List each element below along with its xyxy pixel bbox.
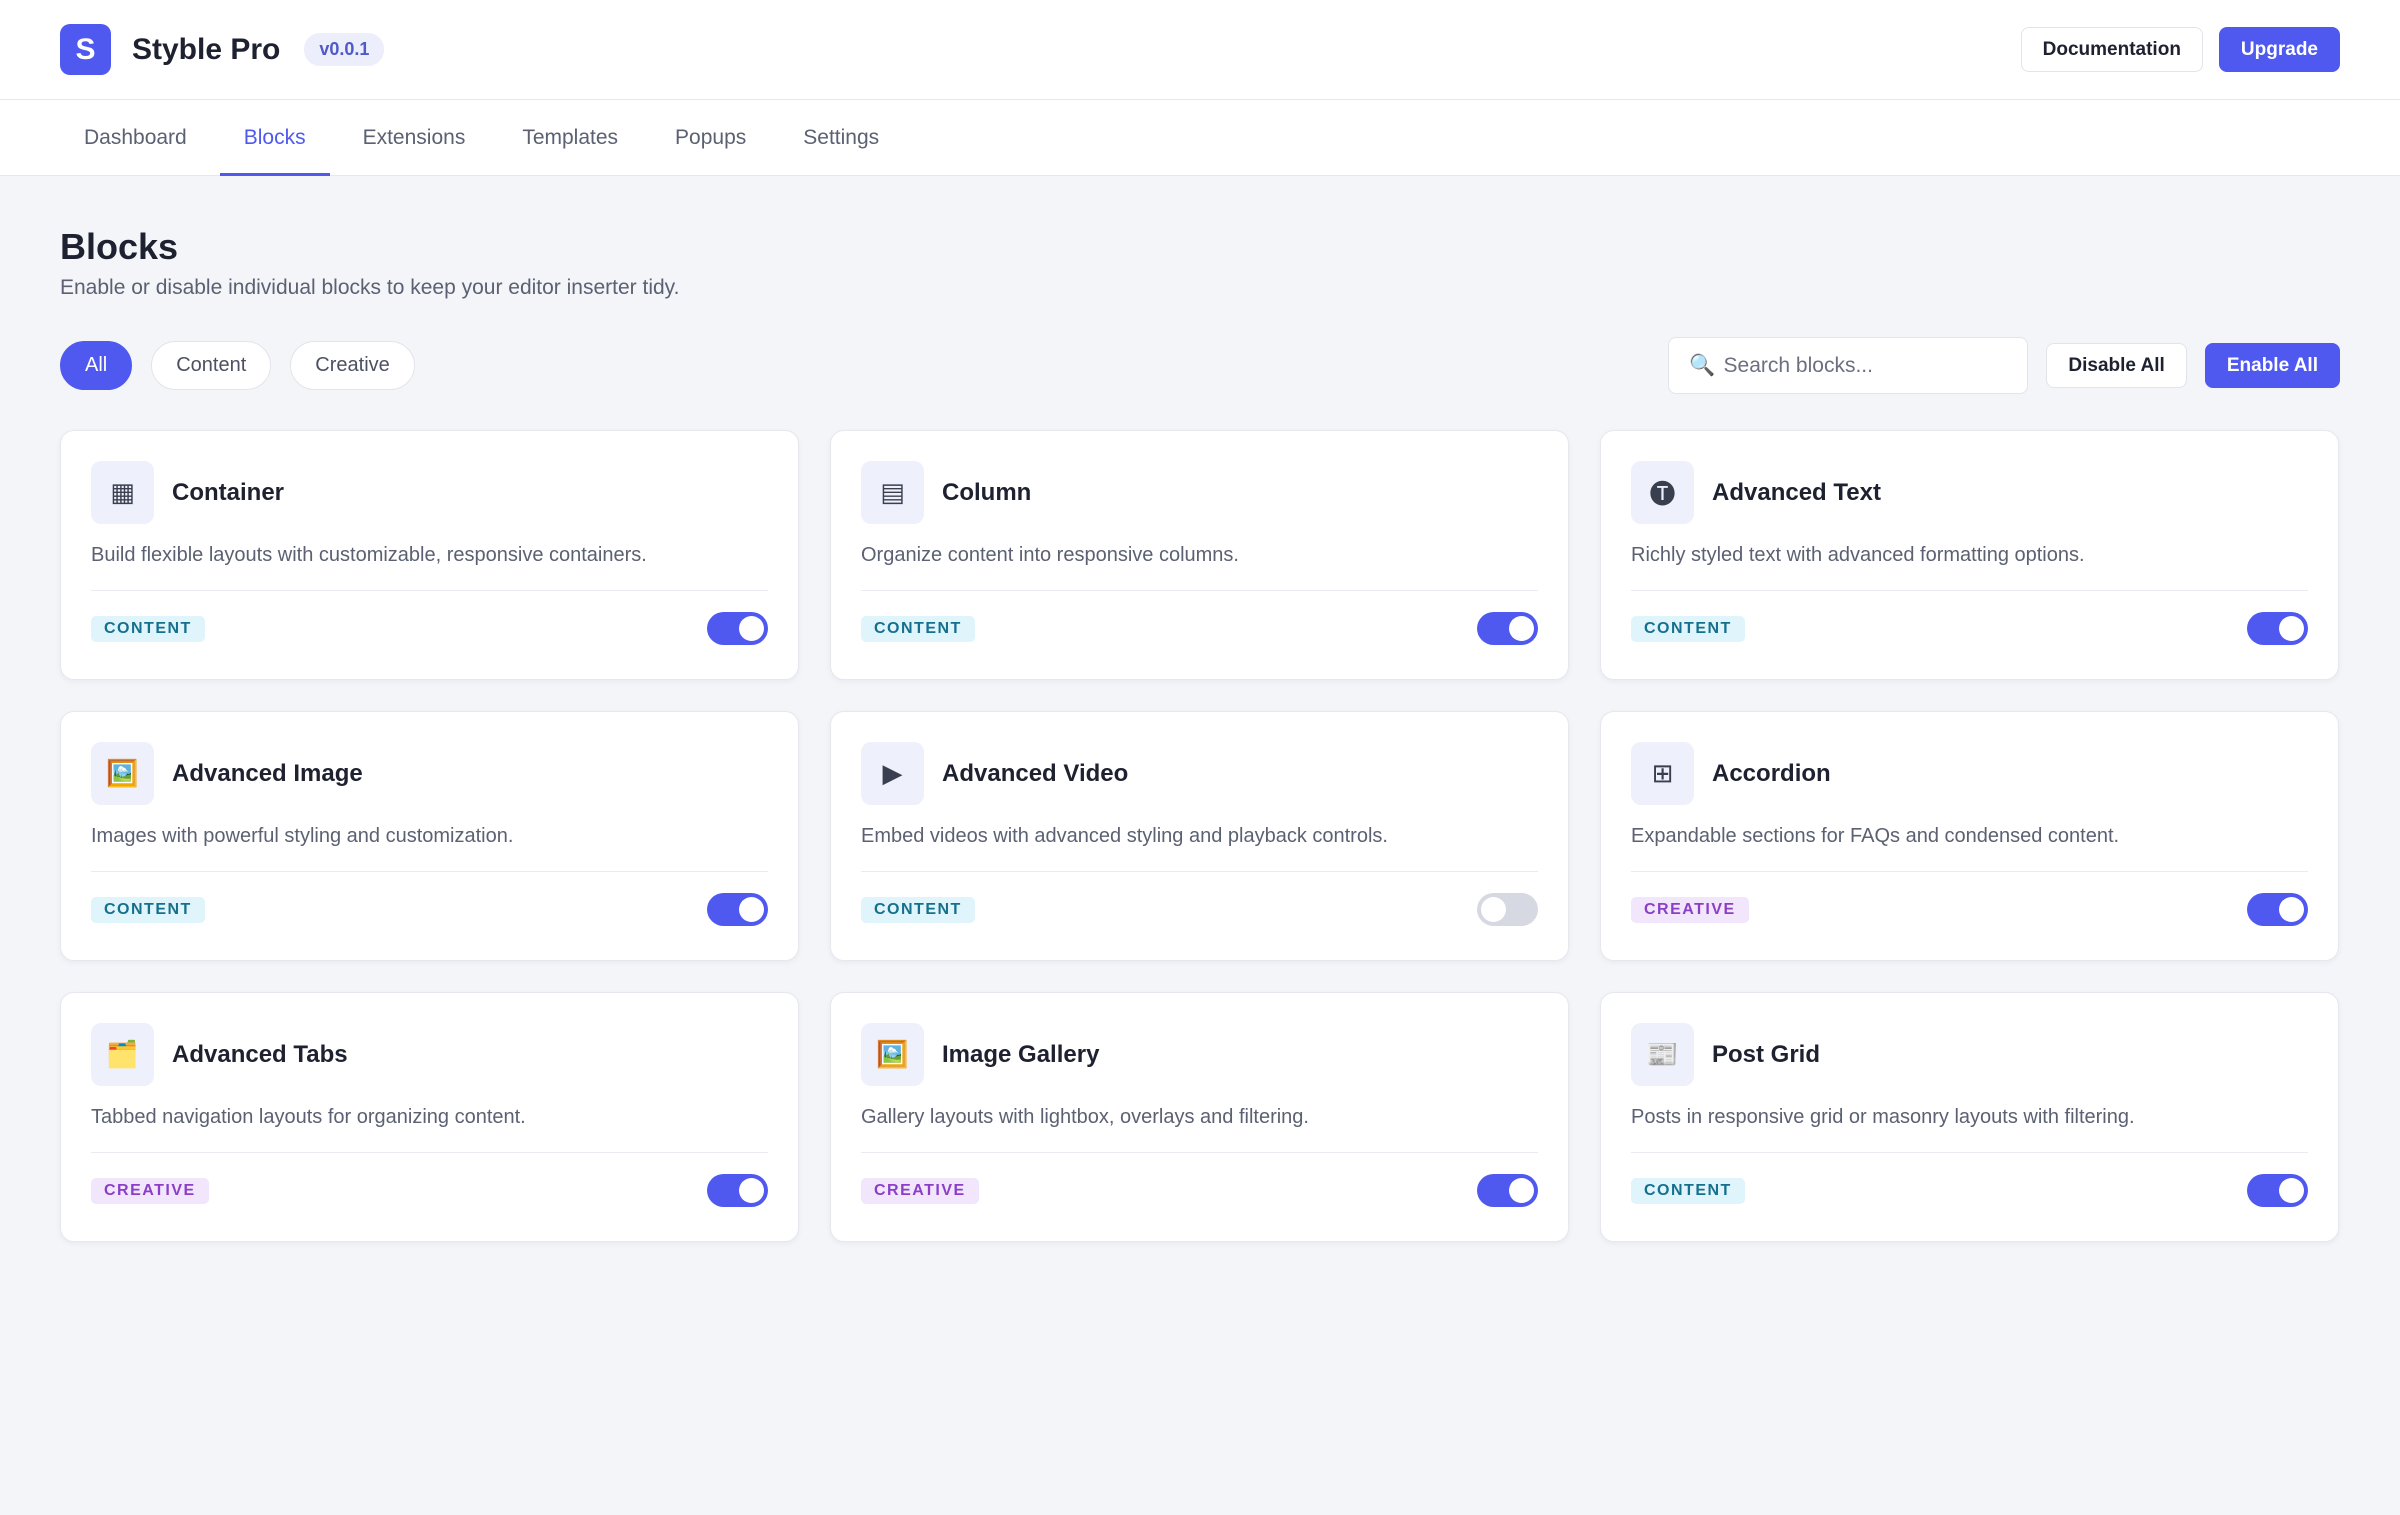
block-toggle[interactable] bbox=[2247, 612, 2308, 645]
block-card-accordion: ⊞ Accordion Expandable sections for FAQs … bbox=[1600, 711, 2339, 961]
version-badge: v0.0.1 bbox=[304, 33, 385, 66]
tab-extensions[interactable]: Extensions bbox=[339, 100, 490, 175]
column-icon: ▤ bbox=[861, 461, 924, 524]
toggle-knob bbox=[2279, 1178, 2304, 1203]
toggle-knob bbox=[2279, 616, 2304, 641]
page-subtitle: Enable or disable individual blocks to k… bbox=[60, 276, 680, 299]
category-badge: CREATIVE bbox=[1631, 896, 1749, 923]
block-title: Post Grid bbox=[1712, 1040, 1821, 1068]
block-title: Image Gallery bbox=[942, 1040, 1100, 1068]
blocks-toolbar: All Content Creative 🔍 Disable All Enabl… bbox=[60, 337, 2340, 394]
block-title: Advanced Video bbox=[942, 759, 1129, 787]
category-badge: CONTENT bbox=[861, 615, 975, 642]
block-toggle[interactable] bbox=[707, 612, 768, 645]
search-input[interactable] bbox=[1723, 353, 2008, 378]
block-title: Accordion bbox=[1712, 759, 1831, 787]
toggle-knob bbox=[1509, 1178, 1534, 1203]
category-filters: All Content Creative bbox=[60, 341, 415, 390]
tab-popups[interactable]: Popups bbox=[651, 100, 770, 175]
category-badge: CREATIVE bbox=[91, 1177, 209, 1204]
block-card-advanced-text: 🅣 Advanced Text Richly styled text with a… bbox=[1600, 430, 2339, 680]
category-badge: CONTENT bbox=[91, 615, 205, 642]
toggle-knob bbox=[1481, 897, 1506, 922]
filter-content[interactable]: Content bbox=[151, 341, 272, 390]
documentation-button[interactable]: Documentation bbox=[2020, 27, 2203, 72]
gallery-icon: 🖼️ bbox=[861, 1023, 924, 1086]
accordion-icon: ⊞ bbox=[1631, 742, 1694, 805]
enable-all-button[interactable]: Enable All bbox=[2204, 343, 2340, 388]
block-card-advanced-image: 🖼️ Advanced Image Images with powerful st… bbox=[60, 711, 799, 961]
block-toggle[interactable] bbox=[707, 1174, 768, 1207]
tabs-icon: 🗂️ bbox=[91, 1023, 154, 1086]
block-card-container: ▦ Container Build flexible layouts with c… bbox=[60, 430, 799, 680]
block-toggle[interactable] bbox=[2247, 1174, 2308, 1207]
tab-blocks[interactable]: Blocks bbox=[219, 100, 330, 176]
text-icon: 🅣 bbox=[1631, 461, 1694, 524]
disable-all-button[interactable]: Disable All bbox=[2046, 343, 2187, 388]
block-title: Advanced Image bbox=[172, 759, 363, 787]
block-description: Posts in responsive grid or masonry layo… bbox=[1631, 1106, 2135, 1128]
upgrade-button[interactable]: Upgrade bbox=[2218, 27, 2340, 72]
image-icon: 🖼️ bbox=[91, 742, 154, 805]
main-content: Blocks Enable or disable individual bloc… bbox=[0, 176, 2400, 1242]
category-badge: CONTENT bbox=[1631, 615, 1745, 642]
block-description: Organize content into responsive columns… bbox=[861, 544, 1239, 566]
toolbar-actions: 🔍 Disable All Enable All bbox=[1668, 337, 2340, 394]
block-title: Advanced Text bbox=[1712, 478, 1881, 506]
block-card-advanced-tabs: 🗂️ Advanced Tabs Tabbed navigation layout… bbox=[60, 992, 799, 1242]
block-card-image-gallery: 🖼️ Image Gallery Gallery layouts with lig… bbox=[830, 992, 1569, 1242]
search-box: 🔍 bbox=[1668, 337, 2029, 394]
main-tabs: Dashboard Blocks Extensions Templates Po… bbox=[0, 100, 2400, 176]
tab-templates[interactable]: Templates bbox=[498, 100, 642, 175]
blocks-grid: ▦ Container Build flexible layouts with c… bbox=[60, 430, 2340, 1242]
block-toggle[interactable] bbox=[2247, 893, 2308, 926]
block-toggle[interactable] bbox=[1477, 1174, 1538, 1207]
category-badge: CONTENT bbox=[91, 896, 205, 923]
search-icon: 🔍 bbox=[1689, 353, 1716, 377]
block-description: Build flexible layouts with customizable… bbox=[91, 544, 647, 566]
filter-creative[interactable]: Creative bbox=[290, 341, 415, 390]
block-toggle[interactable] bbox=[707, 893, 768, 926]
category-badge: CREATIVE bbox=[861, 1177, 979, 1204]
block-card-advanced-video: ▶ Advanced Video Embed videos with advanc… bbox=[830, 711, 1569, 961]
tab-settings[interactable]: Settings bbox=[779, 100, 903, 175]
toggle-knob bbox=[739, 897, 764, 922]
app-name: Styble Pro bbox=[132, 32, 281, 66]
brand: S Styble Pro v0.0.1 bbox=[60, 24, 385, 75]
toggle-knob bbox=[739, 616, 764, 641]
toggle-knob bbox=[739, 1178, 764, 1203]
block-description: Tabbed navigation layouts for organizing… bbox=[91, 1106, 526, 1128]
block-description: Embed videos with advanced styling and p… bbox=[861, 825, 1388, 847]
container-icon: ▦ bbox=[91, 461, 154, 524]
block-title: Column bbox=[942, 478, 1032, 506]
top-header: S Styble Pro v0.0.1 Documentation Upgrad… bbox=[0, 0, 2400, 100]
toggle-knob bbox=[1509, 616, 1534, 641]
block-title: Container bbox=[172, 478, 285, 506]
block-card-post-grid: 📰 Post Grid Posts in responsive grid or m… bbox=[1600, 992, 2339, 1242]
block-toggle[interactable] bbox=[1477, 893, 1538, 926]
video-icon: ▶ bbox=[861, 742, 924, 805]
toggle-knob bbox=[2279, 897, 2304, 922]
block-description: Richly styled text with advanced formatt… bbox=[1631, 544, 2085, 566]
app-logo: S bbox=[60, 24, 111, 75]
block-description: Images with powerful styling and customi… bbox=[91, 825, 514, 847]
header-actions: Documentation Upgrade bbox=[2020, 27, 2340, 72]
block-toggle[interactable] bbox=[1477, 612, 1538, 645]
category-badge: CONTENT bbox=[1631, 1177, 1745, 1204]
block-description: Gallery layouts with lightbox, overlays … bbox=[861, 1106, 1309, 1128]
tab-dashboard[interactable]: Dashboard bbox=[60, 100, 211, 175]
block-title: Advanced Tabs bbox=[172, 1040, 348, 1068]
block-description: Expandable sections for FAQs and condens… bbox=[1631, 825, 2120, 847]
filter-all[interactable]: All bbox=[60, 341, 133, 390]
post-grid-icon: 📰 bbox=[1631, 1023, 1694, 1086]
block-card-column: ▤ Column Organize content into responsive… bbox=[830, 430, 1569, 680]
page-title: Blocks bbox=[60, 226, 179, 267]
category-badge: CONTENT bbox=[861, 896, 975, 923]
